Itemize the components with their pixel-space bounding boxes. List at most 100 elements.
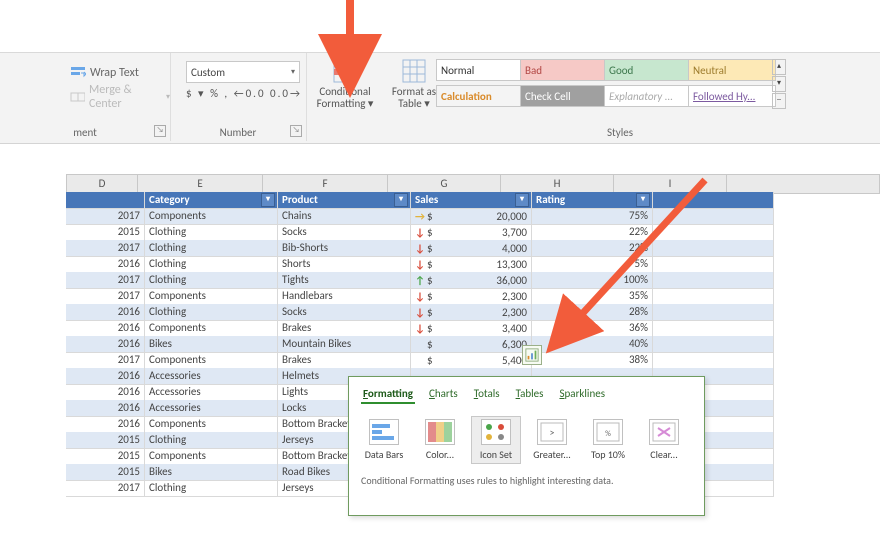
cell[interactable]: [653, 272, 774, 289]
filter-icon[interactable]: ▾: [261, 193, 275, 207]
colhdr-F[interactable]: F: [263, 175, 388, 193]
qa-tab-formatting[interactable]: Formatting: [361, 385, 415, 404]
qa-item-clear-[interactable]: Clear...: [639, 416, 689, 464]
cell[interactable]: Components: [145, 416, 278, 433]
sales-cell[interactable]: ↓$13,300: [411, 256, 532, 273]
conditional-formatting-button[interactable]: Conditional Formatting ▾: [310, 55, 380, 110]
cell[interactable]: 2017: [66, 480, 145, 497]
header-cell[interactable]: Category▾: [145, 192, 278, 209]
table-row[interactable]: 2017ClothingBib-Shorts↓$4,00022%: [66, 240, 880, 256]
qa-item-data-bars[interactable]: Data Bars: [359, 416, 409, 464]
cell[interactable]: 38%: [532, 352, 653, 369]
cell[interactable]: Accessories: [145, 400, 278, 417]
sales-cell[interactable]: $6,300: [411, 336, 532, 353]
cell[interactable]: 75%: [532, 208, 653, 225]
style-calculation[interactable]: Calculation: [436, 85, 524, 107]
cell[interactable]: Accessories: [145, 384, 278, 401]
filter-icon[interactable]: ▾: [636, 193, 650, 207]
cell[interactable]: Components: [145, 288, 278, 305]
cell[interactable]: Bikes: [145, 464, 278, 481]
cell[interactable]: Components: [145, 208, 278, 225]
cell[interactable]: 2017: [66, 240, 145, 257]
sales-cell[interactable]: ↓$2,300: [411, 288, 532, 305]
style-neutral[interactable]: Neutral: [688, 59, 776, 81]
cell[interactable]: 2016: [66, 384, 145, 401]
cell[interactable]: Accessories: [145, 368, 278, 385]
sales-cell[interactable]: $5,400: [411, 352, 532, 369]
table-row[interactable]: 2017ComponentsChains→$20,00075%: [66, 208, 880, 224]
cell[interactable]: 2016: [66, 256, 145, 273]
alignment-launcher-icon[interactable]: ↘: [154, 125, 166, 137]
cell[interactable]: [653, 288, 774, 305]
cell[interactable]: Components: [145, 320, 278, 337]
qa-tab-charts[interactable]: Charts: [427, 385, 460, 404]
style-check_cell[interactable]: Check Cell: [520, 85, 608, 107]
table-row[interactable]: 2016ClothingShorts↓$13,3005%: [66, 256, 880, 272]
cell[interactable]: 22%: [532, 224, 653, 241]
cell[interactable]: 2017: [66, 352, 145, 369]
sales-cell[interactable]: ↓$2,300: [411, 304, 532, 321]
cell[interactable]: [653, 256, 774, 273]
number-format-combo[interactable]: Custom ▾: [186, 61, 300, 83]
cell[interactable]: Clothing: [145, 432, 278, 449]
styles-up-icon[interactable]: ▴: [772, 59, 786, 75]
styles-more-icon[interactable]: ⎯: [772, 93, 786, 109]
header-cell[interactable]: Sales▾: [411, 192, 532, 209]
cell[interactable]: 2017: [66, 288, 145, 305]
colhdr-H[interactable]: H: [501, 175, 614, 193]
table-row[interactable]: 2015ClothingSocks↓$3,70022%: [66, 224, 880, 240]
qa-tab-tables[interactable]: Tables: [514, 385, 546, 404]
cell[interactable]: Components: [145, 352, 278, 369]
cell[interactable]: 35%: [532, 288, 653, 305]
colhdr-I[interactable]: I: [614, 175, 727, 193]
cell[interactable]: [653, 336, 774, 353]
cell[interactable]: 2017: [66, 208, 145, 225]
header-cell[interactable]: Rating▾: [532, 192, 653, 209]
cell[interactable]: 2016: [66, 320, 145, 337]
style-good[interactable]: Good: [604, 59, 692, 81]
table-row[interactable]: 2016BikesMountain Bikes$6,30040%: [66, 336, 880, 352]
cell[interactable]: 2015: [66, 448, 145, 465]
table-row[interactable]: 2017ComponentsBrakes$5,40038%: [66, 352, 880, 368]
qa-tab-totals[interactable]: Totals: [472, 385, 502, 404]
cell[interactable]: Clothing: [145, 480, 278, 497]
sales-cell[interactable]: ↓$3,400: [411, 320, 532, 337]
colhdr-G[interactable]: G: [388, 175, 501, 193]
cell[interactable]: Chains: [278, 208, 411, 225]
sales-cell[interactable]: ↑$36,000: [411, 272, 532, 289]
qa-item-greater-[interactable]: >Greater...: [527, 416, 577, 464]
cell[interactable]: 2016: [66, 304, 145, 321]
qa-item-icon-set[interactable]: Icon Set: [471, 416, 521, 464]
wrap-text-button[interactable]: Wrap Text: [70, 63, 139, 83]
header-cell[interactable]: [66, 192, 145, 209]
cell[interactable]: [653, 208, 774, 225]
cell[interactable]: [653, 240, 774, 257]
filter-icon[interactable]: ▾: [394, 193, 408, 207]
cell[interactable]: [653, 352, 774, 369]
number-launcher-icon[interactable]: ↘: [290, 125, 302, 137]
cell[interactable]: [653, 320, 774, 337]
cell[interactable]: Components: [145, 448, 278, 465]
filter-icon[interactable]: ▾: [515, 193, 529, 207]
cell[interactable]: 2016: [66, 400, 145, 417]
sales-cell[interactable]: →$20,000: [411, 208, 532, 225]
styles-down-icon[interactable]: ▾: [772, 76, 786, 92]
cell[interactable]: 22%: [532, 240, 653, 257]
cell[interactable]: 2015: [66, 224, 145, 241]
style-normal[interactable]: Normal: [436, 59, 524, 81]
cell[interactable]: 2015: [66, 432, 145, 449]
column-headers[interactable]: DEFGHI: [66, 174, 880, 194]
cell[interactable]: Clothing: [145, 240, 278, 257]
header-cell[interactable]: Product▾: [278, 192, 411, 209]
cell[interactable]: Shorts: [278, 256, 411, 273]
cell[interactable]: [653, 224, 774, 241]
cell[interactable]: 100%: [532, 272, 653, 289]
merge-center-button[interactable]: Merge & Center ▾: [70, 87, 170, 107]
cell[interactable]: [653, 304, 774, 321]
cell[interactable]: Socks: [278, 304, 411, 321]
table-row[interactable]: 2017ClothingTights↑$36,000100%: [66, 272, 880, 288]
cell[interactable]: 40%: [532, 336, 653, 353]
cell[interactable]: 2016: [66, 336, 145, 353]
quick-analysis-button[interactable]: [522, 345, 542, 365]
table-row[interactable]: 2016ComponentsBrakes↓$3,40036%: [66, 320, 880, 336]
